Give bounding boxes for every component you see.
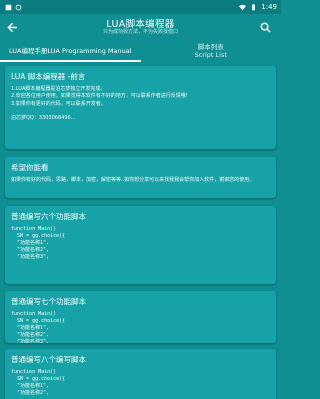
tab-bar: LUA编程手册LUA Programming Manual 脚本列表 Scrip… bbox=[0, 41, 281, 62]
status-bar: 1:49 bbox=[0, 0, 281, 14]
tab-script-list[interactable]: 脚本列表 Script List bbox=[141, 41, 282, 62]
card-hope[interactable]: 希望你能看 如果你有好的代码，思路，脚本，加密，解密等等..如你想分享可以来找我… bbox=[5, 157, 276, 198]
card-seven-function-script[interactable]: 普通编写七个功能脚本 function Main() SN = gg.choic… bbox=[5, 291, 276, 343]
search-button[interactable] bbox=[257, 19, 273, 35]
status-bar-right: 1:49 bbox=[239, 3, 281, 11]
wifi-icon bbox=[239, 4, 247, 10]
status-time: 1:49 bbox=[261, 3, 277, 11]
card-title: 希望你能看 bbox=[11, 163, 49, 172]
card-preface[interactable]: LUA 脚本编程器 -前言 1.LUA脚本编程器是泊芯梦独立开发完成。 2.欢迎… bbox=[5, 66, 276, 149]
card-code: function Main() SN = gg.choice({ "功能名称1"… bbox=[11, 369, 66, 396]
card-title: 普通编写六个功能脚本 bbox=[11, 212, 86, 221]
card-six-function-script[interactable]: 普通编写六个功能脚本 function Main() SN = gg.choic… bbox=[5, 206, 276, 284]
app-icon bbox=[5, 4, 12, 10]
app-subtitle: 只为成功找方法，不为失败找借口 bbox=[102, 29, 178, 35]
status-bar-left bbox=[0, 4, 22, 11]
card-footer: 泊芯梦QQ：3303068496... bbox=[11, 114, 76, 121]
tab-lua-manual-label: LUA编程手册LUA Programming Manual bbox=[8, 46, 132, 55]
manual-list[interactable]: LUA 脚本编程器 -前言 1.LUA脚本编程器是泊芯梦独立开发完成。 2.欢迎… bbox=[0, 62, 281, 399]
card-title: 普通编写八个编写脚本 bbox=[11, 355, 86, 364]
card-code: function Main() SN = gg.choice({ "功能名称1"… bbox=[11, 226, 66, 260]
card-body: 如果你有好的代码，思路，脚本，加密，解密等等..如你想分享可以来找我我会帮你加入… bbox=[11, 177, 255, 183]
app-bar: LUA脚本编程器 只为成功找方法，不为失败找借口 bbox=[0, 14, 281, 41]
card-title: 普通编写七个功能脚本 bbox=[11, 297, 86, 306]
search-icon bbox=[260, 22, 271, 33]
tab-script-list-label: 脚本列表 Script List bbox=[194, 43, 227, 59]
notification-icon bbox=[15, 4, 22, 10]
card-title: LUA 脚本编程器 -前言 bbox=[11, 72, 86, 81]
card-body: 1.LUA脚本编程器是泊芯梦独立开发完成。 2.欢迎各位用户使用，如果觉得本软件… bbox=[11, 86, 188, 107]
tab-lua-manual[interactable]: LUA编程手册LUA Programming Manual bbox=[0, 41, 141, 62]
card-code: function Main() SN = gg.choice({ "功能名称1"… bbox=[11, 311, 66, 343]
battery-icon bbox=[252, 3, 256, 10]
card-eight-function-script[interactable]: 普通编写八个编写脚本 function Main() SN = gg.choic… bbox=[5, 349, 276, 399]
